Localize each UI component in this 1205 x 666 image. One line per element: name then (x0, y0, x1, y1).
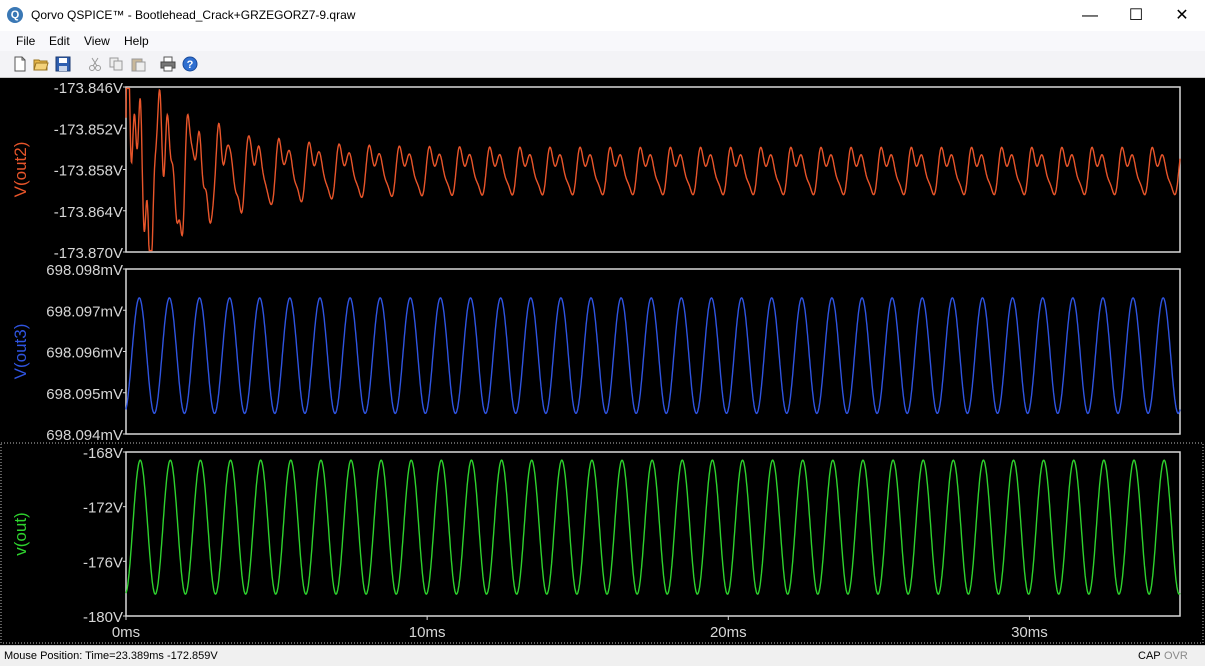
y-tick-label: -176V (83, 554, 123, 571)
status-bar: Mouse Position: Time=23.389ms -172.859V … (0, 645, 1205, 666)
minimize-button[interactable]: — (1067, 0, 1113, 31)
maximize-button[interactable]: ☐ (1113, 0, 1159, 31)
print-icon[interactable] (160, 56, 176, 72)
copy-icon[interactable] (108, 56, 124, 72)
waveform-trace (125, 87, 1181, 252)
y-axis-label: v(out) (11, 512, 30, 555)
waveform-trace (125, 459, 1181, 595)
y-tick-label: -173.858V (54, 163, 123, 180)
y-axis-label: V(out2) (11, 142, 30, 198)
mouse-position-readout: Mouse Position: Time=23.389ms -172.859V (4, 650, 218, 662)
title-bar: Q Qorvo QSPICE™ - Bootlehead_Crack+GRZEG… (0, 0, 1205, 31)
plot-frame (125, 268, 1181, 435)
waveform-viewer[interactable]: -173.846V -173.852V -173.858V -173.864V -173… (0, 78, 1205, 645)
y-tick-label: -173.870V (54, 245, 123, 262)
x-tick-label: 0ms (112, 624, 140, 641)
menu-view[interactable]: View (84, 34, 110, 48)
overwrite-indicator: OVR (1164, 650, 1188, 662)
window-title: Qorvo QSPICE™ - Bootlehead_Crack+GRZEGOR… (31, 8, 356, 22)
new-file-icon[interactable] (12, 56, 28, 72)
y-tick-label: -172V (83, 500, 123, 517)
save-icon[interactable] (55, 56, 71, 72)
menu-edit[interactable]: Edit (49, 34, 70, 48)
x-tick-label: 30ms (1011, 624, 1048, 641)
y-axis-label: V(out3) (11, 324, 30, 380)
svg-text:?: ? (187, 59, 194, 71)
y-tick-label: -168V (83, 445, 123, 462)
paste-icon[interactable] (130, 56, 146, 72)
y-tick-label: -173.846V (54, 80, 123, 97)
help-icon[interactable]: ? (182, 56, 198, 72)
y-tick-label: -173.852V (54, 121, 123, 138)
x-tick-label: 20ms (710, 624, 747, 641)
menu-bar: File Edit View Help (0, 31, 1205, 51)
waveform-plot[interactable]: -173.846V -173.852V -173.858V -173.864V -173… (0, 78, 1205, 645)
menu-help[interactable]: Help (124, 34, 149, 48)
y-tick-label: 698.097mV (46, 303, 123, 320)
y-tick-label: 698.095mV (46, 386, 123, 403)
plot-frame (125, 86, 1181, 253)
open-folder-icon[interactable] (33, 56, 49, 72)
y-tick-label: 698.096mV (46, 345, 123, 362)
waveform-trace (125, 297, 1181, 415)
toolbar: ? (0, 51, 1205, 78)
cut-icon[interactable] (87, 56, 103, 72)
y-tick-label: -173.864V (54, 204, 123, 221)
menu-file[interactable]: File (16, 34, 35, 48)
close-button[interactable]: ✕ (1159, 0, 1205, 31)
x-tick-label: 10ms (409, 624, 446, 641)
caps-lock-indicator: CAP (1138, 650, 1161, 662)
y-tick-label: 698.098mV (46, 262, 123, 279)
qspice-app-icon[interactable]: Q (7, 7, 23, 23)
y-tick-label: 698.094mV (46, 427, 123, 444)
